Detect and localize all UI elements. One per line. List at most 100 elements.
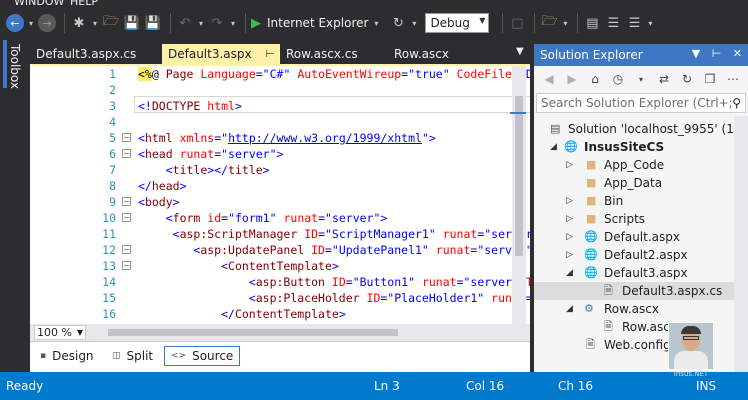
tabs-dropdown-icon[interactable]: ▼ [516, 46, 524, 57]
tree-item-row-ascx-cs[interactable]: 🗎 Row.ascx.cs [534, 318, 748, 336]
collapse-icon[interactable]: − [122, 133, 131, 142]
collapsed-arrow-icon[interactable]: ▷ [566, 192, 573, 210]
toolbar-separator [245, 13, 246, 33]
tree-item-bin[interactable]: ▷ ■ Bin [534, 192, 748, 210]
chevron-down-icon[interactable]: ▼ [692, 47, 700, 60]
solution-explorer-icon[interactable]: 🗁 [540, 12, 558, 34]
navigate-forward-icon[interactable]: → [38, 14, 56, 32]
expanded-arrow-icon[interactable]: ◢ [566, 264, 573, 282]
tree-item-label: Bin [604, 194, 624, 208]
refresh-icon[interactable]: ↻ [389, 12, 407, 34]
refresh-dropdown-icon[interactable]: ▾ [410, 12, 418, 34]
tab-source[interactable]: <> Source [164, 346, 241, 366]
tree-item-default3-aspx-cs[interactable]: 🗎 Default3.aspx.cs [534, 282, 748, 300]
search-icon[interactable]: ⚲ [732, 94, 741, 112]
toolbar-overflow-icon[interactable]: ▾ [561, 12, 569, 34]
back-dropdown-icon[interactable]: ▾ [27, 12, 35, 34]
history-icon[interactable]: ◷ [609, 68, 627, 90]
navigate-back-icon[interactable]: ← [6, 14, 24, 32]
undo-dropdown-icon[interactable]: ▾ [197, 12, 205, 34]
tree-item-solution[interactable]: ▤ Solution 'localhost_9955' (1 p [534, 120, 748, 138]
solution-configuration-select[interactable]: Debug ▼ [425, 13, 490, 33]
expanded-arrow-icon[interactable]: ◢ [566, 300, 573, 318]
collapse-icon[interactable]: − [122, 261, 131, 270]
home-icon[interactable]: ⌂ [586, 68, 604, 90]
tab-default3-aspx[interactable]: Default3.aspx ⊢ ✕ [162, 44, 291, 64]
tree-item-app-data[interactable]: ■ App_Data [534, 174, 748, 192]
tag-name: form [172, 211, 201, 225]
back-icon[interactable]: ◀ [540, 68, 558, 90]
sync-icon[interactable]: ⇄ [655, 68, 673, 90]
refresh-icon[interactable]: ↻ [678, 68, 696, 90]
collapse-all-icon[interactable]: ❐ [701, 68, 719, 90]
code-editor[interactable]: 1 2 3 4 5 6 7 8 9 10 11 12 13 14 15 16 −… [30, 66, 530, 324]
tree-item-row-ascx[interactable]: ◢ ⚙ Row.ascx [534, 300, 748, 318]
watermark: Insus.NET [673, 370, 709, 378]
redo-dropdown-icon[interactable]: ▾ [229, 12, 237, 34]
solution-explorer-scrollbar[interactable] [734, 116, 748, 372]
tree-item-app-code[interactable]: ▷ ■ App_Code [534, 156, 748, 174]
folder-icon: ■ [586, 158, 597, 171]
new-project-dropdown-icon[interactable]: ▾ [91, 12, 99, 34]
menu-item-window[interactable]: WINDOW [14, 0, 64, 8]
attribute-value: ="UpdatePanel1" [324, 243, 429, 257]
open-file-icon[interactable]: 🗁 [102, 12, 120, 34]
config-file-icon: 🗎 [586, 338, 595, 351]
tree-item-project[interactable]: ◢ 🌐 InsusSiteCS [534, 138, 748, 156]
namespace-link[interactable]: http://www.w3.org/1999/xhtml [228, 131, 422, 145]
tree-item-label: Row.ascx [604, 302, 659, 316]
collapse-icon[interactable]: − [122, 213, 131, 222]
tree-item-default2-aspx[interactable]: ▷ 🌐 Default2.aspx [534, 246, 748, 264]
collapse-icon[interactable]: − [122, 197, 131, 206]
tab-label: Row.ascx.cs [286, 47, 358, 61]
zoom-select[interactable]: 100 % ▼ [34, 325, 86, 340]
find-in-files-icon[interactable]: □ [508, 12, 526, 34]
collapsed-arrow-icon[interactable]: ▷ [566, 210, 573, 228]
history-dropdown-icon[interactable]: ▾ [632, 68, 650, 90]
uncomment-icon[interactable]: ☰ [625, 12, 643, 34]
horizontal-scrollbar-thumb[interactable] [108, 329, 398, 336]
tab-default3-aspx-cs[interactable]: Default3.aspx.cs [30, 44, 158, 64]
collapse-icon[interactable]: − [122, 149, 131, 158]
pin-icon[interactable]: ⊢ [266, 49, 275, 60]
properties-icon[interactable]: ▤ [583, 12, 601, 34]
tag-bracket: < [172, 227, 180, 241]
tree-item-default-aspx[interactable]: ▷ 🌐 Default.aspx [534, 228, 748, 246]
run-target-dropdown-icon[interactable]: ▾ [372, 12, 380, 34]
tab-label: Row.ascx [394, 47, 449, 61]
tree-item-scripts[interactable]: ▷ ■ Scripts [534, 210, 748, 228]
menu-item-help[interactable]: HELP [70, 0, 98, 8]
save-all-icon[interactable]: 💾 [144, 12, 162, 34]
avatar-hair [681, 326, 701, 334]
toolbox-tab[interactable]: Toolbox [8, 44, 22, 89]
solution-explorer-search-input[interactable]: Search Solution Explorer (Ctrl+; ⚲ [536, 93, 746, 113]
tag-bracket: > [338, 307, 346, 321]
collapsed-arrow-icon[interactable]: ▷ [566, 246, 573, 264]
collapse-icon[interactable]: − [122, 245, 131, 254]
tab-split[interactable]: ◫ Split [106, 346, 159, 366]
save-icon[interactable]: 💾 [123, 12, 141, 34]
tab-design[interactable]: ▪ Design [34, 346, 100, 366]
pin-icon[interactable]: ⊢ [712, 47, 722, 60]
close-icon[interactable]: ✕ [733, 47, 742, 60]
start-debugging-button[interactable]: ▶ Internet Explorer [251, 12, 368, 34]
tab-row-ascx[interactable]: Row.ascx [388, 44, 488, 64]
tag-bracket: < [248, 291, 256, 305]
comment-icon[interactable]: ☰ [604, 12, 622, 34]
toolbar-more-icon[interactable]: ⋯ [724, 68, 742, 90]
tree-item-default3-aspx[interactable]: ◢ 🌐 Default3.aspx [534, 264, 748, 282]
forward-icon[interactable]: ▶ [563, 68, 581, 90]
tag-name: asp:UpdatePanel [200, 243, 305, 257]
scrollbar-thumb[interactable] [515, 96, 523, 256]
expanded-arrow-icon[interactable]: ◢ [550, 138, 557, 156]
undo-icon[interactable]: ↶ [176, 12, 194, 34]
redo-icon[interactable]: ↷ [208, 12, 226, 34]
tree-item-web-config[interactable]: 🗎 Web.config [534, 336, 748, 354]
toolbar-options-icon[interactable]: ▾ [646, 12, 654, 34]
collapsed-arrow-icon[interactable]: ▷ [566, 156, 573, 174]
tab-row-ascx-cs[interactable]: Row.ascx.cs [280, 44, 388, 64]
collapsed-arrow-icon[interactable]: ▷ [566, 228, 573, 246]
editor-vertical-scrollbar[interactable] [510, 66, 526, 324]
doctype-keyword: DOCTYPE [151, 99, 201, 113]
new-project-icon[interactable]: ✱ [70, 12, 88, 34]
